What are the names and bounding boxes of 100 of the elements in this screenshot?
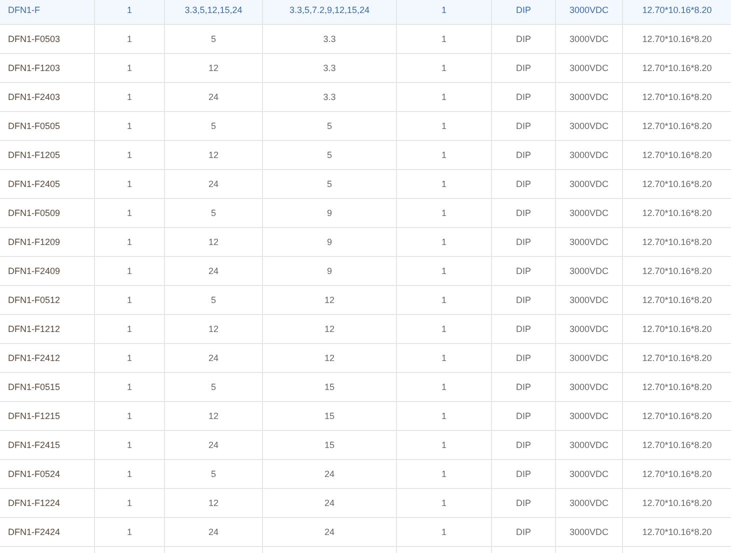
table-cell: 12 bbox=[208, 498, 218, 508]
table-cell: 1 bbox=[441, 34, 446, 44]
table-cell: 3.3 bbox=[323, 92, 336, 102]
table-cell: 12.70*10.16*8.20 bbox=[642, 295, 712, 305]
table-cell: 12 bbox=[208, 150, 218, 160]
table-cell: 24 bbox=[324, 469, 334, 479]
table-cell: 1 bbox=[126, 121, 132, 131]
table-cell: 24 bbox=[208, 179, 218, 189]
table-cell: DFN1-F1209 bbox=[8, 237, 60, 247]
table-row[interactable]: DFN1-F2409 1 24 9 1 DIP 3000VDC 12.70*10.16*8.20 bbox=[0, 257, 731, 286]
table-cell: 12.70*10.16*8.20 bbox=[642, 237, 712, 247]
table-cell: 3000VDC bbox=[569, 527, 609, 537]
table-row[interactable]: DFN1-F 1 3.3,5,12,15,24 3.3,5,7.2,9,12,15,24 1 DIP 3000VDC 12.70*10.16*8.20 bbox=[0, 0, 731, 25]
table-cell: 5 bbox=[210, 469, 216, 479]
table-cell: DFN1-F bbox=[8, 5, 40, 15]
table-cell: 5 bbox=[326, 150, 332, 160]
table-cell: DFN1-F0524 bbox=[8, 469, 60, 479]
table-cell: DFN1-F1205 bbox=[8, 150, 60, 160]
table-cell: DFN1-F2403 bbox=[8, 92, 60, 102]
table-cell: DFN1-F0503 bbox=[8, 34, 60, 44]
table-cell: DFN1-F2415 bbox=[8, 440, 60, 450]
table-cell: 1 bbox=[441, 237, 446, 247]
table-row[interactable]: DFN1-F2412 1 24 12 1 DIP 3000VDC 12.70*10.16*8.20 bbox=[0, 344, 731, 373]
table-cell: 1 bbox=[126, 353, 132, 363]
table-row[interactable]: DFN1-F1215 1 12 15 1 DIP 3000VDC 12.70*10.16*8.20 bbox=[0, 402, 731, 431]
table-row[interactable]: DFN1-F2403 1 24 3.3 1 DIP 3000VDC 12.70*10.16*8.20 bbox=[0, 83, 731, 112]
table-cell: 12 bbox=[324, 353, 334, 363]
table-cell: DIP bbox=[516, 208, 531, 218]
table-row[interactable]: DFN1-F0515 1 5 15 1 DIP 3000VDC 12.70*10.16*8.20 bbox=[0, 373, 731, 402]
table-cell: 12 bbox=[208, 63, 218, 73]
table-cell: DFN1-F1215 bbox=[8, 411, 60, 421]
table-row[interactable]: DFN1-F0505 1 5 5 1 DIP 3000VDC 12.70*10.16*8.20 bbox=[0, 112, 731, 141]
table-cell: 12.70*10.16*8.20 bbox=[642, 150, 712, 160]
table-row[interactable]: DFN1-F0503 1 5 3.3 1 DIP 3000VDC 12.70*10.16*8.20 bbox=[0, 25, 731, 54]
table-cell: DIP bbox=[516, 411, 531, 421]
table-row[interactable]: DFN1-F2415 1 24 15 1 DIP 3000VDC 12.70*10.16*8.20 bbox=[0, 431, 731, 460]
table-cell: 12 bbox=[208, 237, 218, 247]
table-cell: 5 bbox=[210, 295, 216, 305]
table-cell: 1 bbox=[126, 324, 132, 334]
table-cell: 1 bbox=[441, 179, 446, 189]
table-row[interactable]: DFN1-F0509 1 5 9 1 DIP 3000VDC 12.70*10.16*8.20 bbox=[0, 199, 731, 228]
table-cell: DIP bbox=[516, 469, 531, 479]
table-cell: 15 bbox=[324, 440, 334, 450]
table-cell: DIP bbox=[516, 92, 531, 102]
table-cell: DIP bbox=[516, 324, 531, 334]
table-cell: 12.70*10.16*8.20 bbox=[642, 208, 712, 218]
table-cell: 1 bbox=[126, 63, 132, 73]
table-cell: DIP bbox=[516, 63, 531, 73]
table-cell: 5 bbox=[326, 121, 332, 131]
table-cell: DIP bbox=[516, 295, 531, 305]
table-cell: DIP bbox=[516, 266, 531, 276]
table-cell: 3000VDC bbox=[569, 469, 609, 479]
table-row[interactable]: DFN1-F0512 1 5 12 1 DIP 3000VDC 12.70*10.16*8.20 bbox=[0, 286, 731, 315]
table-cell: DIP bbox=[516, 179, 531, 189]
table-cell: DFN1-F1224 bbox=[8, 498, 60, 508]
table-cell: 1 bbox=[441, 382, 446, 392]
table-cell: 24 bbox=[208, 527, 218, 537]
table-cell: DFN1-F0505 bbox=[8, 121, 60, 131]
table-row[interactable]: DFN1-F1209 1 12 9 1 DIP 3000VDC 12.70*10.16*8.20 bbox=[0, 228, 731, 257]
table-cell: 12.70*10.16*8.20 bbox=[642, 34, 712, 44]
table-cell: DIP bbox=[516, 34, 531, 44]
table-cell: DFN1-F1203 bbox=[8, 63, 60, 73]
table-cell: 1 bbox=[126, 237, 132, 247]
table-cell: 5 bbox=[210, 208, 216, 218]
table-cell: 3000VDC bbox=[569, 34, 609, 44]
table-cell: 3000VDC bbox=[569, 411, 609, 421]
table-cell: 5 bbox=[210, 34, 216, 44]
table-cell: 12.70*10.16*8.20 bbox=[642, 469, 712, 479]
table-cell: DFN1-F1212 bbox=[8, 324, 60, 334]
table-cell: 1 bbox=[441, 440, 446, 450]
table-cell: DIP bbox=[516, 353, 531, 363]
table-cell: 9 bbox=[326, 208, 332, 218]
table-cell: 12 bbox=[208, 411, 218, 421]
table-cell: DIP bbox=[516, 527, 531, 537]
table-cell: DIP bbox=[516, 150, 531, 160]
table-row[interactable]: DFN1-F1212 1 12 12 1 DIP 3000VDC 12.70*10.16*8.20 bbox=[0, 315, 731, 344]
table-row[interactable]: DFN1-F1224 1 12 24 1 DIP 3000VDC 12.70*10.16*8.20 bbox=[0, 489, 731, 518]
table-cell: 3000VDC bbox=[569, 498, 609, 508]
table-row[interactable]: DFN1-F1203 1 12 3.3 1 DIP 3000VDC 12.70*10.16*8.20 bbox=[0, 54, 731, 83]
table-row[interactable]: DFN1-F1205 1 12 5 1 DIP 3000VDC 12.70*10.16*8.20 bbox=[0, 141, 731, 170]
table-cell: DIP bbox=[516, 382, 531, 392]
table-cell: 1 bbox=[126, 266, 132, 276]
table-cell: 3.3,5,12,15,24 bbox=[184, 5, 242, 15]
table-cell: 1 bbox=[126, 92, 132, 102]
table-cell: 1 bbox=[441, 353, 446, 363]
table-cell: 24 bbox=[208, 92, 218, 102]
table-cell: DFN1-F2424 bbox=[8, 527, 60, 537]
table-cell: 12.70*10.16*8.20 bbox=[642, 527, 712, 537]
table-row[interactable]: DFN1-F2405 1 24 5 1 DIP 3000VDC 12.70*10.16*8.20 bbox=[0, 170, 731, 199]
table-row[interactable]: DFN1-F0524 1 5 24 1 DIP 3000VDC 12.70*10.16*8.20 bbox=[0, 460, 731, 489]
table-cell: 1 bbox=[126, 527, 132, 537]
table-cell: 3000VDC bbox=[569, 121, 609, 131]
table-cell: 12.70*10.16*8.20 bbox=[642, 179, 712, 189]
table-cell: 3000VDC bbox=[569, 63, 609, 73]
table-cell: 12.70*10.16*8.20 bbox=[642, 411, 712, 421]
table-cell: 12.70*10.16*8.20 bbox=[642, 353, 712, 363]
table-cell: 3000VDC bbox=[569, 266, 609, 276]
table-row[interactable]: DFN1-F2424 1 24 24 1 DIP 3000VDC 12.70*10.16*8.20 bbox=[0, 518, 731, 547]
table-cell: 1 bbox=[126, 440, 132, 450]
table-cell: 1 bbox=[441, 266, 446, 276]
